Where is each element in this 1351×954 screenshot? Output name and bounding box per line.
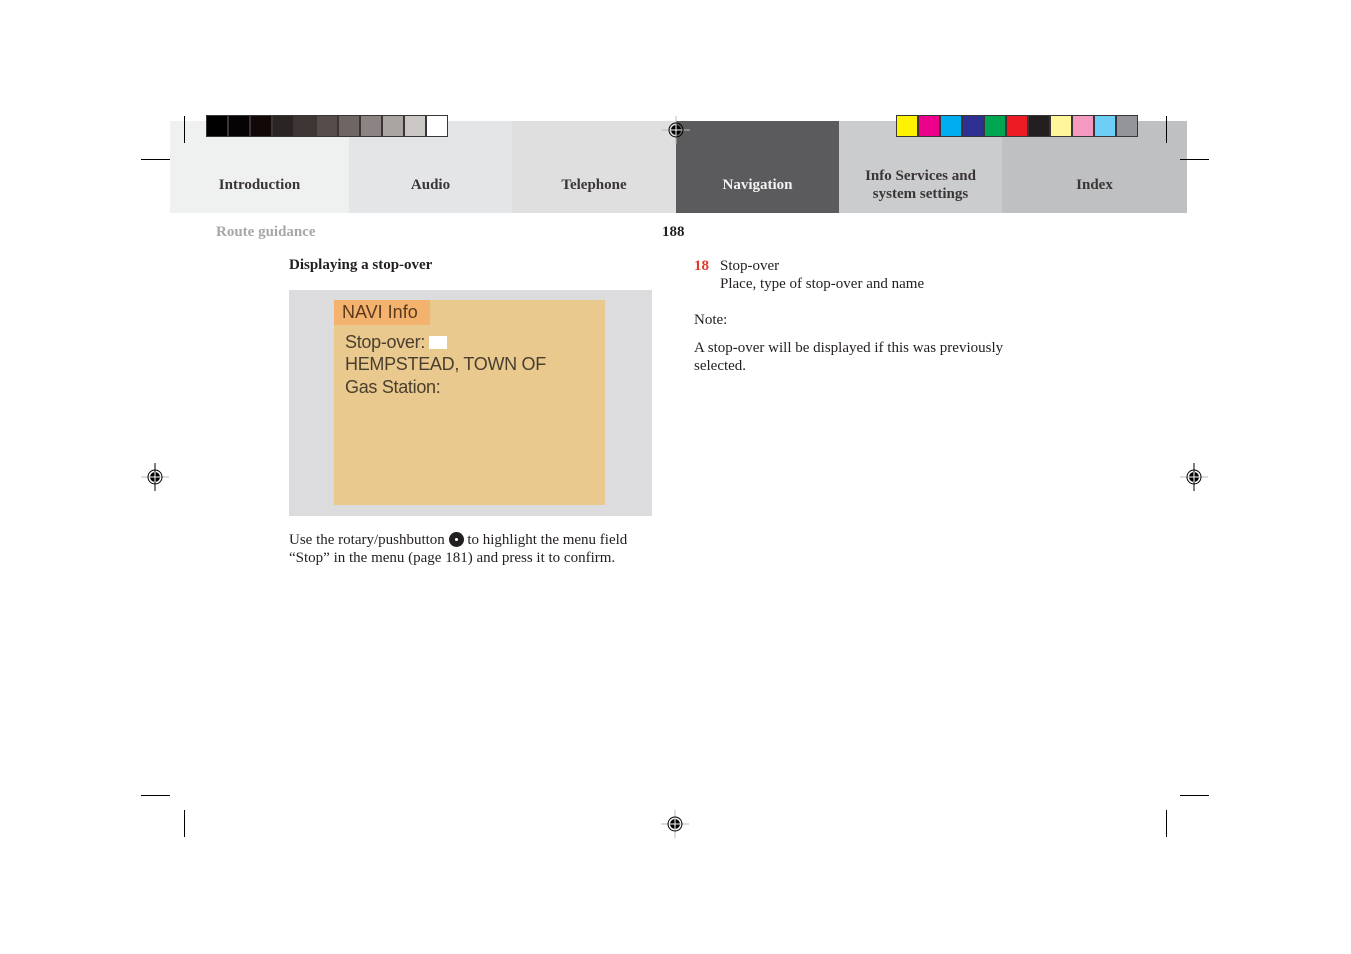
- color-swatch: [897, 116, 917, 136]
- crop-mark: [1166, 810, 1167, 837]
- registration-mark-icon: [661, 810, 689, 838]
- section-title: Route guidance: [216, 224, 316, 240]
- subsection-heading: Displaying a stop-over: [289, 257, 433, 273]
- note-text: A stop-over will be displayed if this wa…: [694, 340, 1004, 374]
- stopover-label: Stop-over:: [345, 332, 426, 352]
- color-swatch: [339, 116, 359, 136]
- color-swatch: [941, 116, 961, 136]
- color-swatch: [251, 116, 271, 136]
- color-swatch: [1117, 116, 1137, 136]
- color-calibration-bar: [896, 115, 1138, 137]
- cursor-box: [429, 336, 448, 349]
- color-swatch: [317, 116, 337, 136]
- color-swatch: [383, 116, 403, 136]
- color-swatch: [361, 116, 381, 136]
- color-swatch: [919, 116, 939, 136]
- crop-mark: [141, 795, 170, 796]
- color-swatch: [405, 116, 425, 136]
- registration-mark-icon: [141, 463, 169, 491]
- legend-title: Stop-over: [720, 258, 780, 274]
- crop-mark: [141, 159, 170, 160]
- color-swatch: [1051, 116, 1071, 136]
- crop-mark: [1166, 116, 1167, 143]
- registration-mark-icon: [1180, 463, 1208, 491]
- legend-item: 18 Stop-over Place, type of stop-over and…: [694, 257, 924, 293]
- crop-mark: [1180, 159, 1209, 160]
- rotary-pushbutton-icon: [448, 532, 464, 547]
- color-swatch: [985, 116, 1005, 136]
- screen-title: NAVI Info: [334, 300, 430, 325]
- screen-line-stopover: Stop-over:: [345, 331, 448, 353]
- registration-mark-icon: [662, 116, 690, 144]
- grayscale-calibration-bar: [206, 115, 448, 137]
- screen-line-place: HEMPSTEAD, TOWN OF: [345, 354, 546, 374]
- display-screenshot-frame: NAVI Info Stop-over: HEMPSTEAD, TOWN OF …: [289, 290, 652, 516]
- tab-navigation[interactable]: Navigation: [676, 121, 839, 213]
- color-swatch: [963, 116, 983, 136]
- color-swatch: [1073, 116, 1093, 136]
- tab-label: Telephone: [561, 177, 627, 193]
- tab-label: Introduction: [218, 177, 301, 193]
- navi-info-screen: NAVI Info Stop-over: HEMPSTEAD, TOWN OF …: [334, 300, 605, 505]
- tab-label: Navigation: [722, 177, 793, 193]
- color-swatch: [207, 116, 227, 136]
- legend-description: Place, type of stop-over and name: [720, 276, 925, 292]
- note-label: Note:: [694, 312, 728, 328]
- legend-number: 18: [694, 258, 709, 274]
- color-swatch: [229, 116, 249, 136]
- color-swatch: [1029, 116, 1049, 136]
- instruction-text: Use the rotary/pushbutton: [289, 532, 445, 548]
- instruction-paragraph: Use the rotary/pushbutton to highlight t…: [289, 531, 649, 567]
- color-swatch: [295, 116, 315, 136]
- tab-label: Index: [1076, 177, 1113, 193]
- tab-telephone[interactable]: Telephone: [512, 121, 676, 213]
- color-swatch: [1007, 116, 1027, 136]
- crop-mark: [1180, 795, 1209, 796]
- tab-label: Info Services and system settings: [865, 168, 976, 202]
- screen-line-type: Gas Station:: [345, 377, 441, 397]
- color-swatch: [1095, 116, 1115, 136]
- page-number: 188: [662, 224, 685, 240]
- crop-mark: [184, 116, 185, 143]
- crop-mark: [184, 810, 185, 837]
- tab-label: Audio: [410, 177, 451, 193]
- color-swatch: [427, 116, 447, 136]
- color-swatch: [273, 116, 293, 136]
